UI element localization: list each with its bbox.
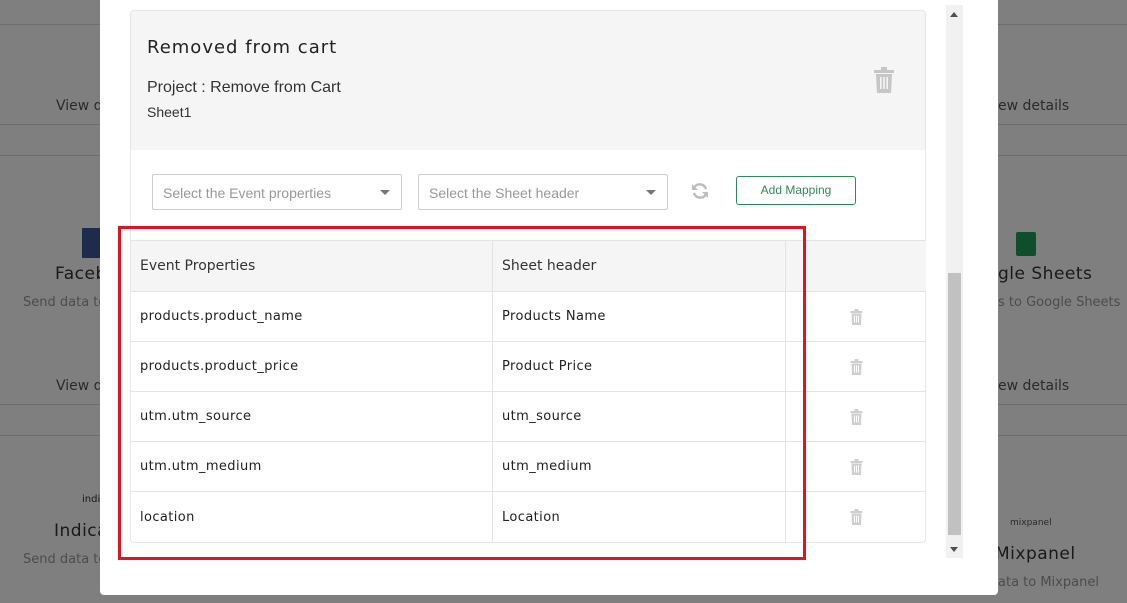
table-row: products.product_price Product Price [131,342,926,392]
event-properties-placeholder: Select the Event properties [163,185,332,201]
table-row: utm.utm_source utm_source [131,392,926,442]
delete-cell [786,392,926,441]
delete-cell [786,442,926,491]
event-property-cell: location [131,492,493,542]
sheet-header-cell: utm_source [493,392,786,441]
delete-row-icon[interactable] [850,509,863,525]
modal-scrollbar[interactable] [946,5,963,558]
sheet-header-cell: Location [493,492,786,542]
scroll-down-arrow-icon[interactable] [950,547,958,552]
column-header-actions [786,241,926,291]
project-name: Project : Remove from Cart [147,79,341,96]
sheet-name: Sheet1 [147,104,192,120]
delete-row-icon[interactable] [850,308,863,325]
caret-down-icon [380,190,390,195]
delete-row-icon[interactable] [850,358,863,375]
delete-row-icon[interactable] [850,458,863,475]
card-title: Removed from cart [147,37,338,58]
sheet-header-placeholder: Select the Sheet header [429,185,580,201]
column-header-sheet-header: Sheet header [493,241,786,291]
sheet-header-cell: Product Price [493,342,786,391]
sheet-header-select[interactable]: Select the Sheet header [418,174,668,210]
column-header-event-properties: Event Properties [131,241,493,291]
delete-row-icon[interactable] [850,408,863,425]
event-property-cell: utm.utm_source [131,392,493,441]
table-row: products.product_name Products Name [131,292,926,342]
table-row: utm.utm_medium utm_medium [131,442,926,492]
refresh-icon[interactable] [691,182,709,200]
caret-down-icon [646,190,656,195]
sheet-header-cell: Products Name [493,292,786,341]
delete-cell [786,492,926,542]
scroll-up-arrow-icon[interactable] [950,12,958,17]
delete-cell [786,292,926,341]
table-row: location Location [131,492,926,542]
delete-card-icon[interactable] [873,67,895,93]
card-header: Removed from cart Project : Remove from … [130,10,926,150]
delete-cell [786,342,926,391]
event-property-cell: products.product_price [131,342,493,391]
mapping-modal: Removed from cart Project : Remove from … [100,0,998,595]
event-properties-select[interactable]: Select the Event properties [152,174,402,210]
event-property-cell: utm.utm_medium [131,442,493,491]
card-body: Select the Event properties Select the S… [130,150,926,543]
scrollbar-thumb[interactable] [948,273,961,535]
table-header-row: Event Properties Sheet header [131,241,926,292]
sheet-header-cell: utm_medium [493,442,786,491]
mapping-table: Event Properties Sheet header products.p… [131,240,926,542]
add-mapping-button[interactable]: Add Mapping [736,176,856,205]
event-property-cell: products.product_name [131,292,493,341]
